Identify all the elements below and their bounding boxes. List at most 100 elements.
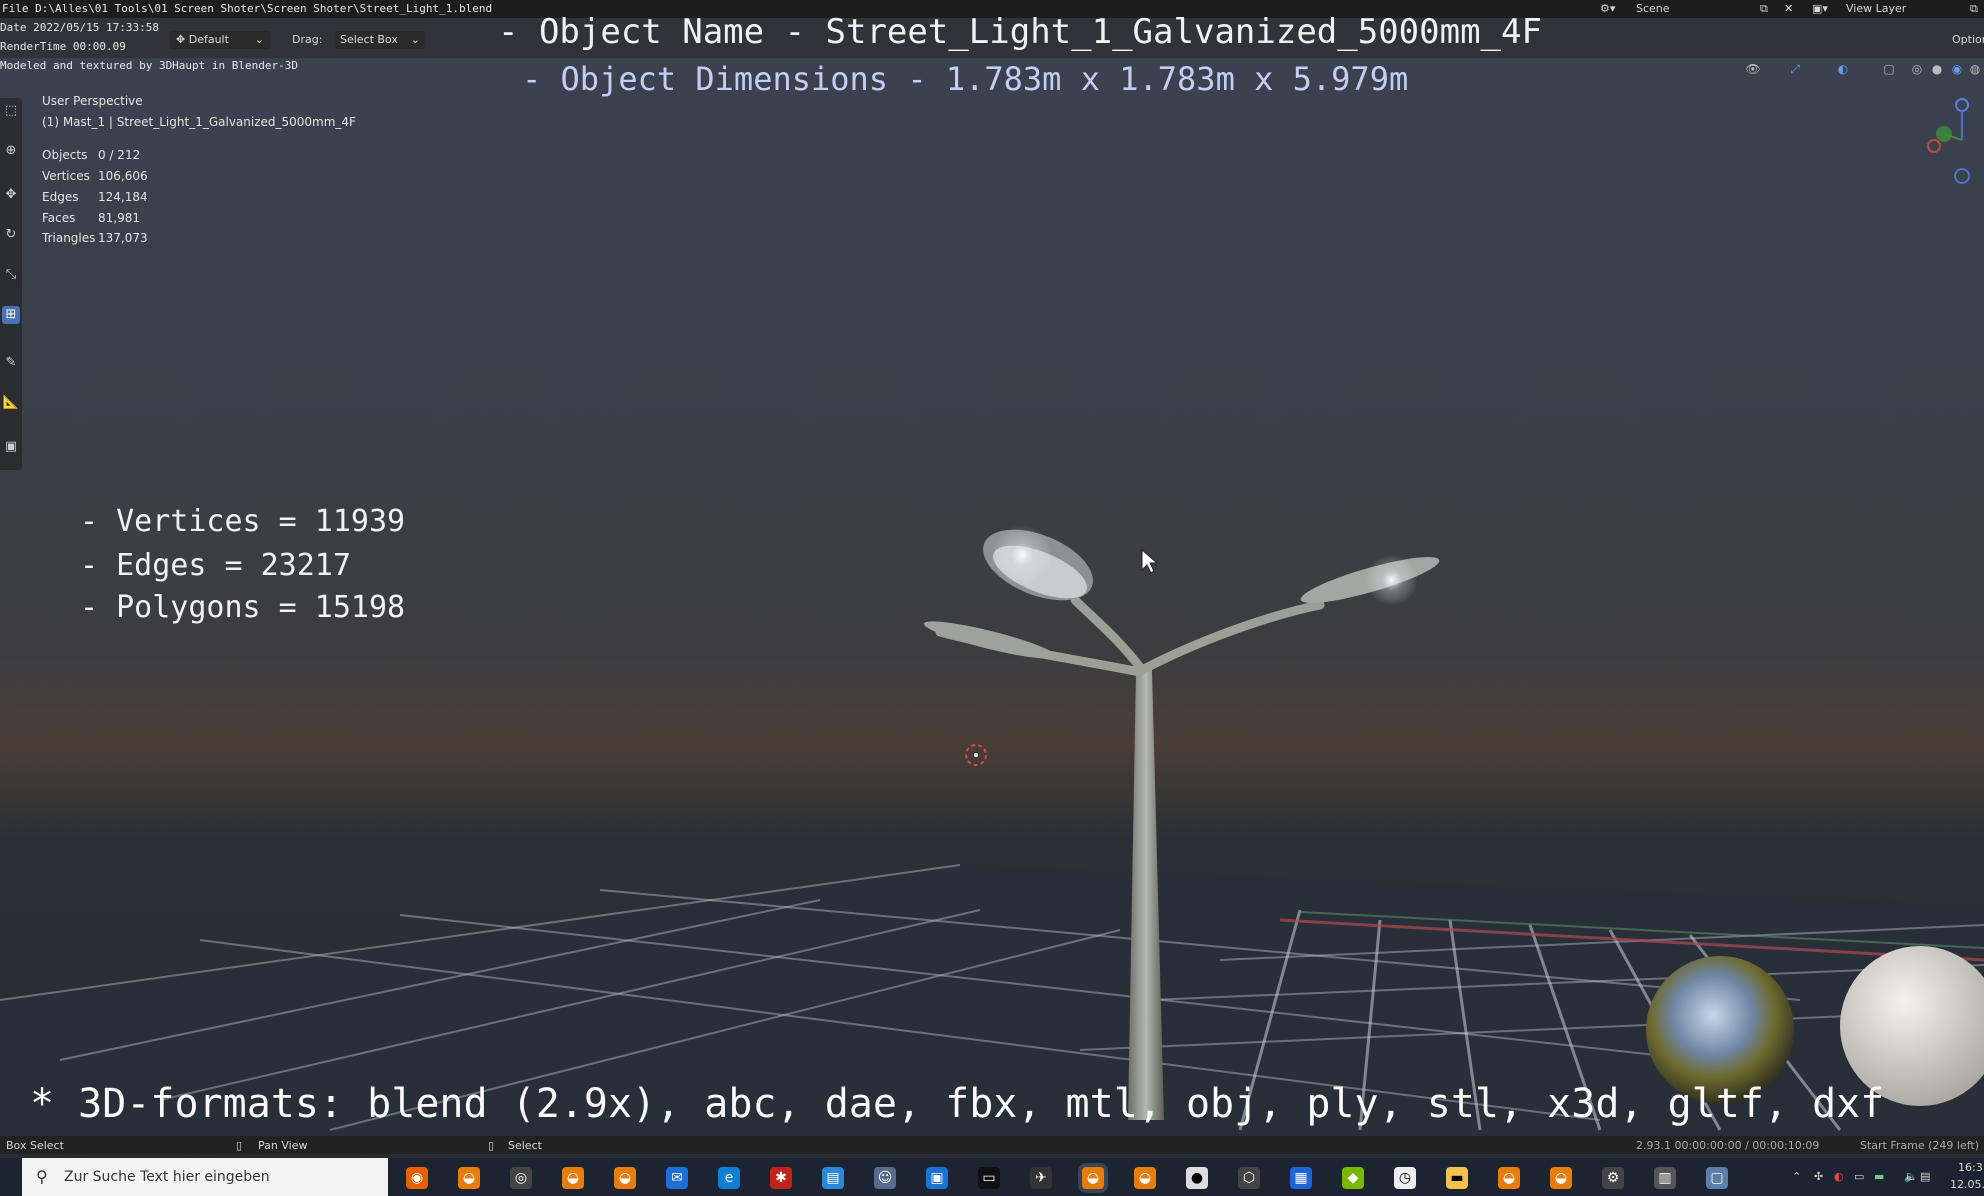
settings-icon[interactable]: ⚙ xyxy=(1602,1167,1624,1189)
move-tool-icon[interactable]: ✥ xyxy=(2,186,20,204)
remote-desktop-icon[interactable]: ▥ xyxy=(1654,1167,1676,1189)
app-avatar-icon[interactable]: ☺ xyxy=(874,1167,896,1189)
status-version-time: 2.93.1 00:00:00:00 / 00:00:10:09 xyxy=(1636,1139,1820,1152)
blender-icon[interactable]: ◒ xyxy=(1550,1167,1572,1189)
add-cube-tool-icon[interactable]: ▣ xyxy=(2,438,20,456)
blender-icon[interactable]: ◒ xyxy=(614,1167,636,1189)
clock-time[interactable]: 16:3 xyxy=(1958,1161,1983,1174)
search-placeholder: Zur Suche Text hier eingeben xyxy=(64,1169,270,1185)
tray-app-icon[interactable]: ◐ xyxy=(1834,1170,1844,1183)
polygons-overlay: - Polygons = 15198 xyxy=(80,590,406,625)
chevron-down-icon: ⌄ xyxy=(410,33,420,46)
wireframe-shading-icon[interactable]: ◎ xyxy=(1908,60,1926,78)
options-button[interactable]: Option xyxy=(1952,33,1984,46)
new-scene-icon[interactable]: ⧉ xyxy=(1760,2,1768,16)
tray-volume-icon[interactable]: 🔈 xyxy=(1904,1170,1918,1183)
cube-icon[interactable]: ⬡ xyxy=(1238,1167,1260,1189)
object-name-overlay: - Object Name - Street_Light_1_Galvanize… xyxy=(498,12,1542,52)
rotate-tool-icon[interactable]: ↻ xyxy=(2,226,20,244)
credit-text: Modeled and textured by 3DHaupt in Blend… xyxy=(0,59,299,72)
blender-icon[interactable]: ◒ xyxy=(1134,1167,1156,1189)
drag-label: Drag: xyxy=(292,33,323,46)
orientation-value: Default xyxy=(188,33,229,46)
new-view-layer-icon[interactable]: ⧉ xyxy=(1970,2,1978,16)
orientation-icon: ✥ xyxy=(176,33,189,46)
tray-network-icon[interactable]: ✣ xyxy=(1814,1170,1823,1183)
date-text: Date 2022/05/15 17:33:58 xyxy=(0,21,159,34)
mouse-right-icon: ▯ xyxy=(488,1139,495,1152)
stat-value: 0 / 212 xyxy=(98,148,141,162)
gizmo-toggle-icon[interactable]: ⤢ xyxy=(1786,60,1804,78)
solid-shading-icon[interactable]: ● xyxy=(1928,60,1946,78)
app-window-icon[interactable]: ▢ xyxy=(1706,1167,1728,1189)
tray-battery-icon[interactable]: ▭ xyxy=(1854,1170,1864,1183)
folder-icon[interactable]: ▬ xyxy=(1446,1167,1468,1189)
perspective-label: User Perspective xyxy=(42,94,143,108)
material-shading-icon[interactable]: ◉ xyxy=(1948,60,1966,78)
rendered-shading-icon[interactable]: ◍ xyxy=(1966,60,1984,78)
select-box-tool-icon[interactable]: ⬚ xyxy=(2,102,20,120)
delete-scene-icon[interactable]: ✕ xyxy=(1784,2,1793,15)
status-start-frame: Start Frame (249 left) xyxy=(1860,1139,1980,1152)
tool-shelf: ⬚ ⊕ ✥ ↻ ⤡ ⊞ ✎ 📐 ▣ xyxy=(0,98,22,470)
notes-icon[interactable]: ▤ xyxy=(822,1167,844,1189)
status-pan-view: Pan View xyxy=(258,1139,308,1152)
stat-value: 124,184 xyxy=(98,190,148,204)
view-object-types-icon[interactable]: 👁 xyxy=(1744,60,1762,78)
formats-overlay: * 3D-formats: blend (2.9x), abc, dae, fb… xyxy=(30,1081,1885,1127)
stat-label: Vertices xyxy=(42,169,90,183)
clock-app-icon[interactable]: ◷ xyxy=(1394,1167,1416,1189)
panda-icon[interactable]: ● xyxy=(1186,1167,1208,1189)
annotate-tool-icon[interactable]: ✎ xyxy=(2,354,20,372)
active-object-label: (1) Mast_1 | Street_Light_1_Galvanized_5… xyxy=(42,115,356,129)
measure-tool-icon[interactable]: 📐 xyxy=(2,394,20,412)
firefox-icon[interactable]: ◉ xyxy=(406,1167,428,1189)
xray-toggle-icon[interactable]: ▢ xyxy=(1880,60,1898,78)
view-layer-selector[interactable]: View Layer xyxy=(1846,2,1906,15)
scene-icon[interactable]: ⚙▾ xyxy=(1600,2,1615,15)
tray-green-icon[interactable]: ▬ xyxy=(1874,1170,1884,1183)
app-red-icon[interactable]: ✱ xyxy=(770,1167,792,1189)
orientation-dropdown[interactable]: ✥ Default ⌄ xyxy=(170,31,270,49)
drag-dropdown[interactable]: Select Box ⌄ xyxy=(334,31,426,49)
clock-date[interactable]: 12.05. xyxy=(1950,1178,1984,1191)
status-box-select: Box Select xyxy=(6,1139,64,1152)
edges-overlay: - Edges = 23217 xyxy=(80,548,351,583)
blender-icon[interactable]: ◒ xyxy=(458,1167,480,1189)
view-layer-icon[interactable]: ▣▾ xyxy=(1812,2,1828,15)
store-icon[interactable]: ▣ xyxy=(926,1167,948,1189)
blender-icon[interactable]: ◒ xyxy=(562,1167,584,1189)
tray-chevron-up-icon[interactable]: ⌃ xyxy=(1792,1170,1801,1183)
scale-tool-icon[interactable]: ⤡ xyxy=(2,266,20,284)
stat-value: 106,606 xyxy=(98,169,148,183)
stat-label: Triangles xyxy=(42,231,96,245)
drag-value: Select Box xyxy=(340,33,398,46)
obs-icon[interactable]: ◎ xyxy=(510,1167,532,1189)
blender-active-icon[interactable]: ◒ xyxy=(1082,1167,1104,1189)
chevron-down-icon: ⌄ xyxy=(254,33,264,46)
tray-display-icon[interactable]: ▤ xyxy=(1920,1170,1930,1183)
stat-label: Edges xyxy=(42,190,79,204)
calendar-icon[interactable]: ▦ xyxy=(1290,1167,1312,1189)
overlays-toggle-icon[interactable]: ◐ xyxy=(1834,60,1852,78)
edge-icon[interactable]: e xyxy=(718,1167,740,1189)
status-select: Select xyxy=(508,1139,542,1152)
render-time-text: RenderTime 00:00.09 xyxy=(0,40,126,53)
taskbar-search[interactable]: ⚲ Zur Suche Text hier eingeben xyxy=(22,1158,388,1196)
object-dimensions-overlay: - Object Dimensions - 1.783m x 1.783m x … xyxy=(522,60,1409,98)
taskbar: ⚲ Zur Suche Text hier eingeben ◉ ◒ ◎ ◒ ◒… xyxy=(0,1158,1984,1196)
vertices-overlay: - Vertices = 11939 xyxy=(80,504,406,539)
stat-label: Faces xyxy=(42,211,76,225)
stat-value: 137,073 xyxy=(98,231,148,245)
search-icon: ⚲ xyxy=(36,1167,48,1186)
terminal-icon[interactable]: ▭ xyxy=(978,1167,1000,1189)
mail-icon[interactable]: ✉ xyxy=(666,1167,688,1189)
blender-icon[interactable]: ◒ xyxy=(1498,1167,1520,1189)
stat-label: Objects xyxy=(42,148,88,162)
scene-selector[interactable]: Scene xyxy=(1636,2,1670,15)
transform-tool-icon[interactable]: ⊞ xyxy=(2,306,20,324)
cursor-tool-icon[interactable]: ⊕ xyxy=(2,142,20,160)
nvidia-icon[interactable]: ◆ xyxy=(1342,1167,1364,1189)
app-plane-icon[interactable]: ✈ xyxy=(1030,1167,1052,1189)
status-bar: Box Select ▯ Pan View ▯ Select 2.93.1 00… xyxy=(0,1136,1984,1154)
